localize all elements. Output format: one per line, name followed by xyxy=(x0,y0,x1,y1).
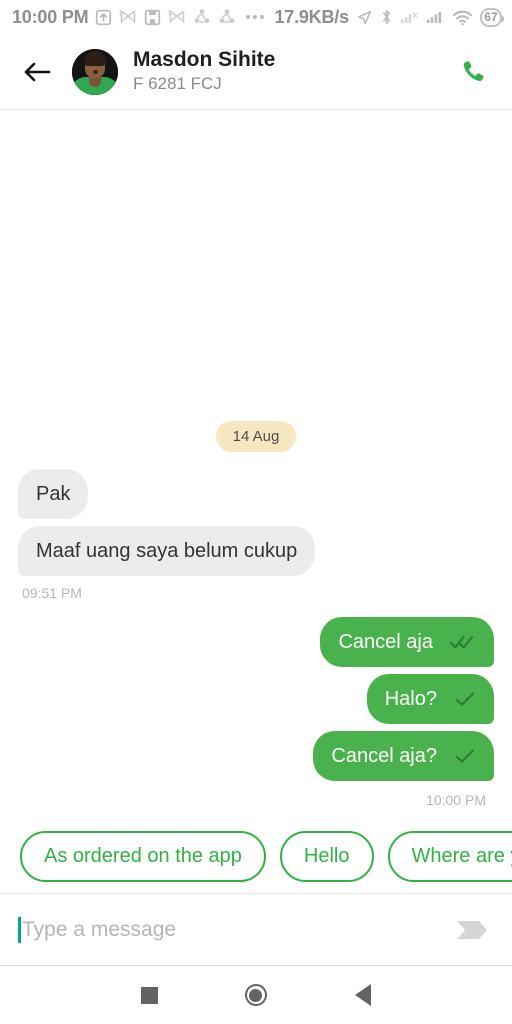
upload-arrow-icon xyxy=(95,9,112,26)
avatar-mouth xyxy=(93,69,98,74)
message-text: Halo? xyxy=(384,688,437,710)
message-bubble-incoming[interactable]: Maaf uang saya belum cukup xyxy=(18,526,316,576)
recents-square-icon xyxy=(140,986,158,1004)
location-arrow-icon xyxy=(356,9,373,26)
chat-header: Masdon Sihite F 6281 FCJ xyxy=(0,34,512,110)
quick-reply-chip-2[interactable]: Hello xyxy=(279,831,374,882)
save-icon xyxy=(144,9,161,26)
network-speed: 17.9KB/s xyxy=(274,6,349,27)
notification-muted-icon xyxy=(119,9,137,25)
signal-bars-icon xyxy=(426,9,445,25)
date-divider-row: 14 Aug xyxy=(18,421,494,452)
message-input-bar xyxy=(0,894,512,966)
contact-name: Masdon Sihite xyxy=(133,47,276,71)
avatar[interactable] xyxy=(72,48,118,95)
back-nav-button[interactable] xyxy=(340,972,386,1018)
message-bubble-outgoing[interactable]: Halo? xyxy=(366,674,494,724)
message-input[interactable] xyxy=(21,917,452,942)
single-check-icon xyxy=(454,748,476,764)
avatar-neck xyxy=(89,76,101,87)
home-circle-icon xyxy=(244,984,267,1006)
double-check-icon xyxy=(450,634,476,650)
android-nav-bar xyxy=(0,966,512,1024)
chat-screen: 10:00 PM 17.9KB/s 67 Masdon Sihite F 628… xyxy=(0,0,512,1024)
quick-reply-bar[interactable]: As ordered on the app Hello Where are yo xyxy=(0,820,512,894)
status-bar: 10:00 PM 17.9KB/s 67 xyxy=(0,0,512,34)
single-check-icon xyxy=(454,691,476,707)
bluetooth-icon xyxy=(380,8,393,26)
back-triangle-icon xyxy=(354,984,371,1006)
recents-button[interactable] xyxy=(126,972,172,1018)
incoming-timestamp: 09:51 PM xyxy=(22,585,82,601)
wifi-icon xyxy=(452,9,473,26)
contact-subtitle: F 6281 FCJ xyxy=(133,74,222,94)
quick-reply-chip-3[interactable]: Where are yo xyxy=(387,831,512,882)
message-text: Cancel aja xyxy=(338,631,433,653)
signal-no-service-icon xyxy=(400,9,419,25)
notification-muted-icon xyxy=(168,9,186,25)
message-row-outgoing: Halo? xyxy=(18,674,494,724)
overflow-dots-icon xyxy=(243,15,267,19)
avatar-eye-left xyxy=(89,62,92,66)
date-divider: 14 Aug xyxy=(215,421,297,452)
quick-reply-chip-1[interactable]: As ordered on the app xyxy=(20,831,266,882)
message-row-incoming: Maaf uang saya belum cukup xyxy=(18,526,494,576)
message-text: Cancel aja? xyxy=(331,745,437,767)
header-text-block: Masdon Sihite F 6281 FCJ xyxy=(133,48,275,96)
phone-call-icon[interactable] xyxy=(454,52,494,92)
back-button[interactable] xyxy=(20,55,54,89)
message-row-outgoing: Cancel aja xyxy=(18,617,494,667)
message-list[interactable]: 14 Aug Pak Maaf uang saya belum cukup 09… xyxy=(0,110,512,820)
message-bubble-outgoing[interactable]: Cancel aja xyxy=(320,617,494,667)
sync-icon xyxy=(218,8,236,26)
avatar-eye-right xyxy=(98,62,101,66)
message-row-incoming: Pak xyxy=(18,469,494,519)
battery-icon: 67 xyxy=(479,7,505,27)
message-bubble-outgoing[interactable]: Cancel aja? xyxy=(313,731,494,781)
message-bubble-incoming[interactable]: Pak xyxy=(18,469,89,519)
home-button[interactable] xyxy=(233,972,279,1018)
sync-icon xyxy=(193,8,211,26)
send-button[interactable] xyxy=(452,910,492,950)
message-row-outgoing: Cancel aja? xyxy=(18,731,494,781)
status-clock: 10:00 PM xyxy=(12,6,89,27)
outgoing-timestamp: 10:00 PM xyxy=(426,792,486,808)
